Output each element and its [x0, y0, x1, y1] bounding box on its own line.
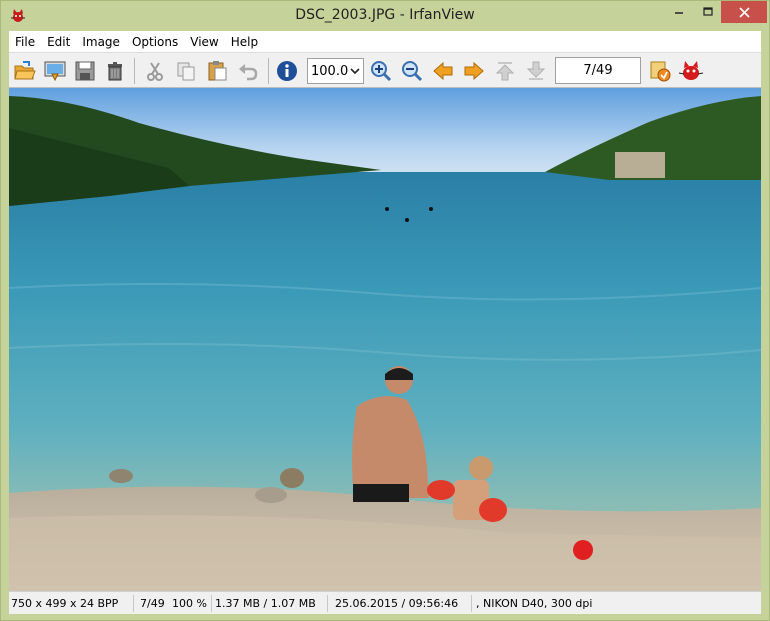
- status-divider: [471, 595, 472, 612]
- copy-button[interactable]: [172, 57, 200, 85]
- next-arrow-icon: [464, 61, 484, 81]
- paste-button[interactable]: [203, 57, 231, 85]
- save-button[interactable]: [71, 57, 99, 85]
- maximize-button[interactable]: [694, 1, 721, 23]
- maximize-icon: [702, 7, 713, 16]
- menu-bar: File Edit Image Options View Help: [9, 31, 761, 52]
- next-file-button[interactable]: [460, 57, 488, 85]
- zoom-out-button[interactable]: [398, 57, 426, 85]
- status-divider: [133, 595, 134, 612]
- menu-help[interactable]: Help: [225, 35, 264, 49]
- irfanview-about-button[interactable]: [677, 57, 705, 85]
- delete-trash-icon: [108, 62, 122, 81]
- title-bar[interactable]: DSC_2003.JPG - IrfanView: [1, 1, 769, 31]
- toolbar-separator: [134, 58, 135, 84]
- status-camera: , NIKON D40, 300 dpi: [476, 597, 593, 610]
- save-icon: [75, 61, 95, 81]
- info-button[interactable]: [273, 57, 301, 85]
- zoom-out-icon: [402, 61, 423, 82]
- status-dimensions: 750 x 499 x 24 BPP: [11, 597, 119, 610]
- toolbar-separator: [268, 58, 269, 84]
- info-icon: [277, 61, 297, 81]
- status-bar: 750 x 499 x 24 BPP 7/49 100 % 1.37 MB / …: [9, 591, 761, 614]
- undo-icon: [239, 64, 258, 81]
- first-file-button[interactable]: [491, 57, 519, 85]
- menu-edit[interactable]: Edit: [41, 35, 76, 49]
- zoom-select[interactable]: 100.0: [307, 58, 364, 84]
- zoom-value: 100.0: [311, 63, 349, 79]
- paste-icon: [208, 61, 227, 81]
- photo-canvas: [9, 88, 761, 591]
- zoom-in-icon: [371, 61, 392, 82]
- close-icon: [738, 6, 750, 18]
- status-filesize: 1.37 MB / 1.07 MB: [215, 597, 316, 610]
- previous-file-button[interactable]: [429, 57, 457, 85]
- menu-image[interactable]: Image: [76, 35, 126, 49]
- menu-options[interactable]: Options: [126, 35, 184, 49]
- last-file-icon: [526, 61, 546, 80]
- cut-icon: [147, 62, 163, 81]
- status-datetime: 25.06.2015 / 09:56:46: [335, 597, 459, 610]
- undo-button[interactable]: [234, 57, 262, 85]
- open-folder-icon: [14, 61, 36, 80]
- thumbnails-button[interactable]: [646, 57, 674, 85]
- toolbar: 100.0 7/49: [9, 52, 761, 88]
- thumbnails-icon: [650, 61, 671, 82]
- menu-file[interactable]: File: [9, 35, 41, 49]
- zoom-in-button[interactable]: [367, 57, 395, 85]
- first-file-icon: [495, 62, 515, 81]
- status-divider: [327, 595, 328, 612]
- minimize-button[interactable]: [664, 1, 694, 23]
- open-button[interactable]: [11, 57, 39, 85]
- copy-icon: [177, 62, 195, 81]
- chevron-down-icon: [350, 68, 360, 75]
- irfanview-window: DSC_2003.JPG - IrfanView File Edit Image…: [0, 0, 770, 621]
- minimize-icon: [675, 12, 683, 14]
- previous-arrow-icon: [433, 61, 453, 81]
- status-index: 7/49: [140, 597, 165, 610]
- last-file-button[interactable]: [522, 57, 550, 85]
- delete-button[interactable]: [101, 57, 129, 85]
- irfanview-cat-icon: [678, 61, 704, 80]
- menu-view[interactable]: View: [184, 35, 224, 49]
- slideshow-icon: [44, 61, 66, 82]
- image-viewport[interactable]: [9, 88, 761, 591]
- cut-button[interactable]: [141, 57, 169, 85]
- page-indicator[interactable]: 7/49: [555, 57, 641, 84]
- status-divider: [211, 595, 212, 612]
- status-zoom: 100 %: [172, 597, 207, 610]
- window-title: DSC_2003.JPG - IrfanView: [295, 7, 475, 23]
- slideshow-button[interactable]: [41, 57, 69, 85]
- close-button[interactable]: [721, 1, 767, 23]
